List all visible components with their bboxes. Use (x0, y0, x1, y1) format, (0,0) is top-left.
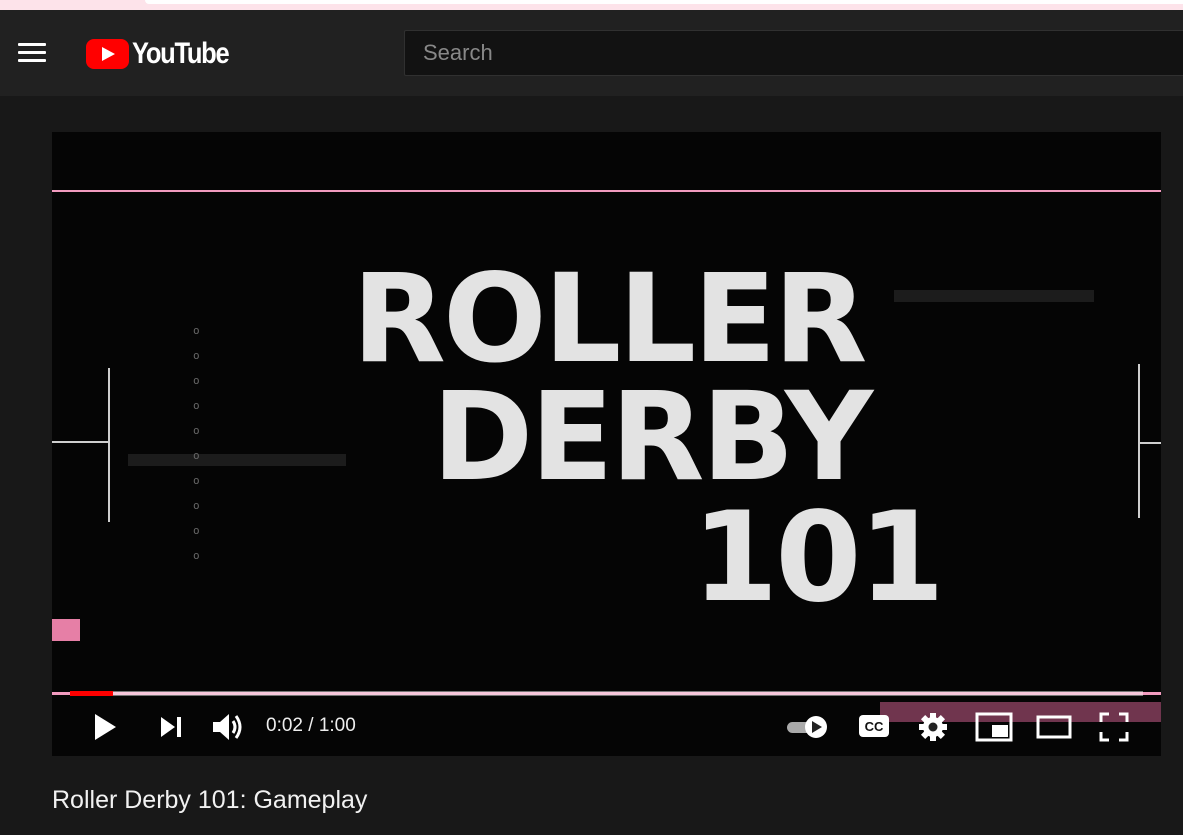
video-bracket (1138, 364, 1140, 518)
progress-bar-played (70, 691, 113, 696)
play-button[interactable] (90, 712, 120, 742)
video-graphic-bar (128, 454, 346, 466)
video-frame-line-top (52, 190, 1161, 192)
gear-icon (919, 713, 947, 741)
youtube-play-icon (86, 39, 129, 69)
progress-bar[interactable] (70, 691, 1143, 696)
fullscreen-icon (1099, 712, 1129, 742)
next-icon (161, 717, 181, 737)
time-display: 0:02 / 1:00 (266, 715, 356, 736)
browser-tab-edge (145, 0, 1183, 4)
masthead: YouTube (0, 10, 1183, 96)
autoplay-icon (787, 716, 827, 738)
video-graphic-dots: oooooooooo (193, 324, 200, 562)
theater-icon (1036, 715, 1072, 739)
video-frame-title-line: ROLLER (352, 248, 867, 390)
subtitles-button[interactable]: CC (857, 711, 891, 741)
logo-text: YouTube (132, 37, 230, 70)
video-frame-title-line: 101 (692, 486, 945, 630)
settings-button[interactable] (916, 710, 950, 744)
video-bracket (108, 368, 110, 522)
video-bracket (1140, 442, 1161, 444)
video-bracket (52, 441, 108, 443)
video-player[interactable]: oooooooooo ROLLER DERBY 101 0:02 / 1:00 (52, 132, 1161, 756)
video-graphic-bar (894, 290, 1094, 302)
autoplay-toggle[interactable] (786, 712, 830, 742)
miniplayer-button[interactable] (974, 710, 1014, 744)
next-button[interactable] (156, 712, 186, 742)
svg-text:CC: CC (865, 719, 884, 734)
search-box (404, 30, 1183, 76)
youtube-logo[interactable]: YouTube (86, 37, 245, 70)
browser-top-strip (0, 0, 1183, 10)
mute-button[interactable] (210, 710, 246, 744)
cc-icon: CC (859, 715, 889, 737)
fullscreen-button[interactable] (1096, 710, 1132, 744)
video-title: Roller Derby 101: Gameplay (52, 786, 368, 814)
search-input[interactable] (405, 31, 1183, 75)
player-controls: 0:02 / 1:00 CC (52, 698, 1161, 756)
miniplayer-icon (975, 712, 1013, 742)
play-icon (95, 714, 116, 740)
theater-mode-button[interactable] (1034, 710, 1074, 744)
volume-icon (213, 714, 242, 740)
menu-icon[interactable] (18, 43, 46, 65)
video-graphic-box (52, 619, 80, 641)
video-frame-title-line: DERBY (432, 366, 873, 508)
